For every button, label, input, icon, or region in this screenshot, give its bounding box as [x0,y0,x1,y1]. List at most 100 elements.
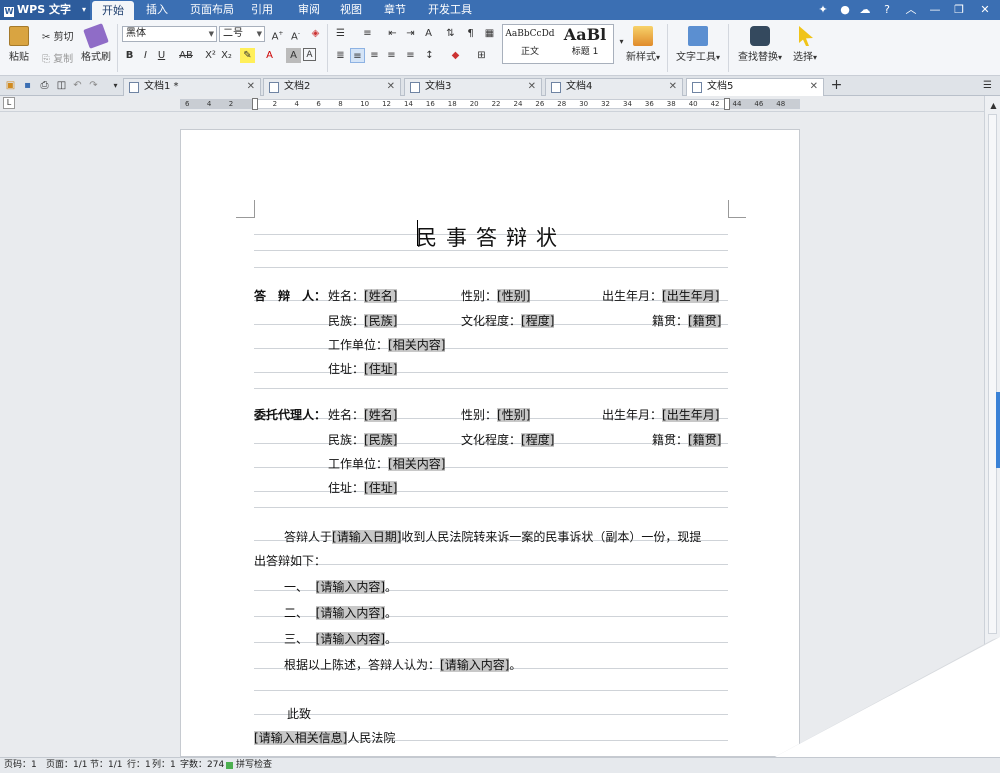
doc-tab-5[interactable]: 文档5 ✕ [686,78,824,96]
tab-developer[interactable]: 开发工具 [418,0,482,20]
new-style-button[interactable]: 新样式▾ [622,26,664,63]
date-field[interactable]: [请输入日期] [332,530,402,544]
quick-access-menu-icon[interactable]: ▾ [108,78,123,93]
open-folder-icon[interactable]: ▣ [3,78,18,93]
copy-button[interactable]: ⎘ 复制 [42,50,73,65]
tab-chapter[interactable]: 章节 [374,0,416,20]
app-menu-button[interactable]: W WPS 文字 ▾ [0,0,90,20]
doc-tab-2[interactable]: 文档2 ✕ [263,78,401,96]
tab-references[interactable]: 引用 [241,0,283,20]
close-tab-icon[interactable]: ✕ [810,79,818,95]
increase-indent-icon[interactable]: ⇥ [403,26,418,41]
status-column[interactable]: 列：1 [152,758,176,773]
status-page-number[interactable]: 页码：1 [4,758,37,773]
address-field[interactable]: [住址] [364,481,398,495]
status-pages[interactable]: 页面：1/1 [46,758,88,773]
style-heading1[interactable]: AaBl 标题 1 [557,26,613,62]
underline-icon[interactable]: U [154,48,169,63]
origin-field[interactable]: [籍贯] [688,314,722,328]
account-icon[interactable]: ● [834,0,856,20]
birth-field[interactable]: [出生年月] [662,289,720,303]
font-color-icon[interactable]: A [262,48,277,63]
subscript-icon[interactable]: X₂ [219,48,234,63]
font-name-select[interactable]: 黑体 ▼ [122,26,217,42]
collapse-ribbon-icon[interactable]: ︿ [900,0,922,20]
cut-button[interactable]: ✂ 剪切 [42,28,74,43]
shading-icon[interactable]: ◆ [448,48,463,63]
gender-field[interactable]: [性别] [497,289,531,303]
undo-icon[interactable]: ↶ [70,78,85,93]
work-field[interactable]: [相关内容] [388,338,446,352]
paste-button[interactable]: 粘贴 [6,26,32,63]
edu-field[interactable]: [程度] [521,433,555,447]
char-shading-icon[interactable]: A [286,48,301,63]
close-tab-icon[interactable]: ✕ [669,79,677,95]
content-field[interactable]: [请输入内容] [315,580,386,594]
distribute-icon[interactable]: ≡ [384,48,399,63]
bold-icon[interactable]: B [122,48,137,63]
name-field[interactable]: [姓名] [364,289,398,303]
horizontal-ruler[interactable]: L 6 4 2 2 4 6 8 10 12 14 16 18 20 22 24 26 28 30 32 34 36 38 4… [0,96,1000,112]
format-painter-button[interactable]: 格式刷 [80,23,112,63]
bullet-list-icon[interactable]: ☰ [333,26,348,41]
grow-font-icon[interactable]: A+ [270,26,285,42]
redo-icon[interactable]: ↷ [86,78,101,93]
cloud-icon[interactable]: ☁ [854,0,876,20]
side-panel-handle[interactable] [996,392,1000,468]
chinese-layout-icon[interactable]: A [421,26,436,41]
find-replace-button[interactable]: 查找替换▾ [734,26,786,63]
borders-icon[interactable]: ⊞ [474,48,489,63]
char-border-icon[interactable]: A [303,48,316,61]
close-tab-icon[interactable]: ✕ [528,79,536,95]
align-center-icon[interactable]: ≡ [350,48,365,63]
gender-field[interactable]: [性别] [497,408,531,422]
scroll-thumb[interactable] [988,114,997,634]
restore-icon[interactable]: ❐ [948,0,970,20]
align-justify-icon[interactable]: ≣ [333,48,348,63]
font-size-select[interactable]: 二号 ▼ [219,26,265,42]
align-right-icon[interactable]: ≡ [367,48,382,63]
close-tab-icon[interactable]: ✕ [247,79,255,95]
clear-format-icon[interactable]: ◈ [308,26,323,41]
document-title[interactable]: 民事答辩状 [181,222,801,252]
address-field[interactable]: [住址] [364,362,398,376]
document-page[interactable]: 民事答辩状 答 辩 人： 姓名：[姓名] 性别：[性别] 出生年月：[出生年月]… [180,129,800,757]
decrease-indent-icon[interactable]: ⇤ [385,26,400,41]
new-tab-icon[interactable]: + [829,78,844,93]
close-icon[interactable]: ✕ [974,0,996,20]
print-preview-icon[interactable]: ◫ [54,78,69,93]
status-section[interactable]: 节：1/1 [90,758,123,773]
edu-field[interactable]: [程度] [521,314,555,328]
origin-field[interactable]: [籍贯] [688,433,722,447]
ethnic-field[interactable]: [民族] [364,314,398,328]
tab-stop-icon[interactable]: L [3,97,15,109]
status-row[interactable]: 行：1 [127,758,151,773]
superscript-icon[interactable]: X² [203,48,218,63]
tab-review[interactable]: 审阅 [288,0,330,20]
tab-page-layout[interactable]: 页面布局 [180,0,244,20]
tab-insert[interactable]: 插入 [136,0,178,20]
numbered-list-icon[interactable]: ≡ [360,26,375,41]
ethnic-field[interactable]: [民族] [364,433,398,447]
print-icon[interactable]: ⎙ [37,78,52,93]
doc-tab-1[interactable]: 文档1 * ✕ [123,78,261,96]
text-tools-button[interactable]: 文字工具▾ [674,26,722,63]
strikethrough-icon[interactable]: AB [176,48,196,63]
table-grid-icon[interactable]: ▦ [482,26,497,41]
doc-tab-4[interactable]: 文档4 ✕ [545,78,683,96]
indent-marker[interactable] [252,98,258,110]
content-field[interactable]: [请输入内容] [315,606,386,620]
shrink-font-icon[interactable]: A- [288,26,303,42]
status-word-count[interactable]: 字数：274 [180,758,224,773]
minimize-icon[interactable]: — [924,0,946,20]
ruler-bar[interactable]: 6 4 2 2 4 6 8 10 12 14 16 18 20 22 24 26 28 30 32 34 36 38 40 4… [180,99,800,109]
highlight-icon[interactable]: ✎ [240,48,255,63]
sort-icon[interactable]: ⇅ [443,26,458,41]
court-field[interactable]: [请输入相关信息] [254,731,348,745]
tab-home[interactable]: 开始 [92,1,134,20]
doc-tab-3[interactable]: 文档3 ✕ [404,78,542,96]
tab-view[interactable]: 视图 [330,0,372,20]
status-spell-check[interactable]: 拼写检查 [236,758,272,773]
content-field[interactable]: [请输入内容] [315,632,386,646]
conclusion-field[interactable]: [请输入内容] [440,658,510,672]
